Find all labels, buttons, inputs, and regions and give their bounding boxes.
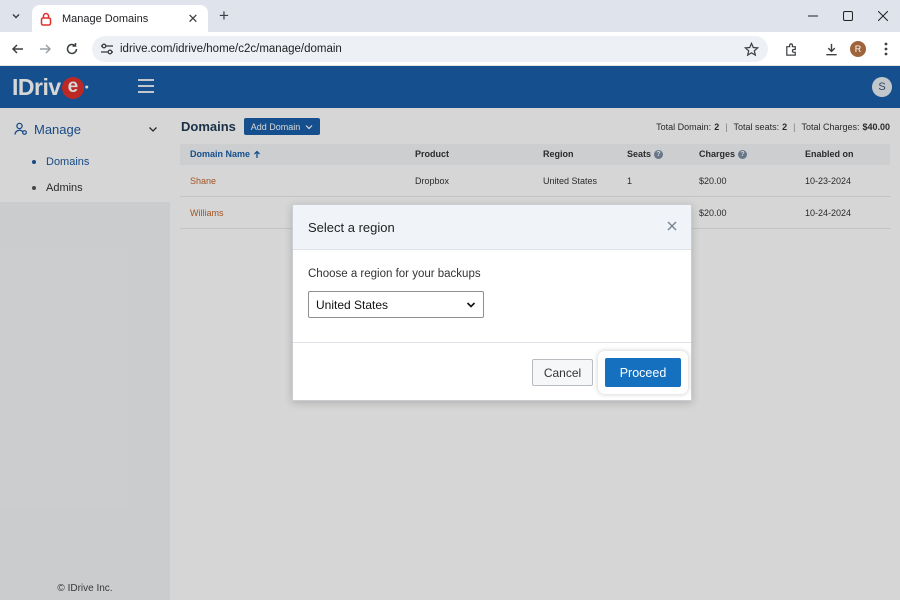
chevron-down-icon (466, 300, 476, 310)
maximize-button[interactable] (830, 0, 865, 32)
bookmark-star-icon[interactable] (744, 41, 760, 57)
site-info-icon[interactable] (100, 42, 114, 56)
browser-toolbar: idrive.com/idrive/home/c2c/manage/domain… (0, 32, 900, 66)
close-icon (877, 11, 888, 21)
downloads-button[interactable] (822, 40, 840, 58)
new-tab-button[interactable]: + (214, 6, 234, 26)
reload-icon (66, 43, 78, 55)
region-prompt-label: Choose a region for your backups (308, 268, 481, 280)
browser-titlebar: Manage Domains ✕ + (0, 0, 900, 32)
close-tab-icon[interactable]: ✕ (186, 11, 200, 26)
tab-title: Manage Domains (62, 12, 149, 25)
profile-button[interactable]: R (849, 40, 867, 58)
dialog-header: Select a region (293, 205, 691, 250)
arrow-right-icon (40, 44, 52, 54)
arrow-left-icon (11, 44, 23, 54)
extensions-button[interactable] (782, 40, 800, 58)
tab-search-button[interactable] (6, 6, 26, 26)
forward-button[interactable] (35, 39, 55, 59)
url-text: idrive.com/idrive/home/c2c/manage/domain (120, 43, 342, 55)
browser-menu-button[interactable] (877, 40, 895, 58)
close-window-button[interactable] (865, 0, 900, 32)
address-bar[interactable]: idrive.com/idrive/home/c2c/manage/domain (92, 36, 768, 62)
download-icon (825, 43, 837, 55)
dialog-title: Select a region (308, 220, 395, 235)
cancel-button[interactable]: Cancel (532, 359, 593, 386)
more-vertical-icon (884, 42, 888, 56)
browser-tab-active[interactable]: Manage Domains ✕ (32, 5, 208, 32)
close-dialog-button[interactable] (665, 219, 679, 233)
close-icon (667, 221, 677, 231)
region-select[interactable]: United States (308, 291, 484, 318)
profile-avatar: R (850, 41, 866, 57)
chevron-down-icon (12, 13, 20, 19)
proceed-button[interactable]: Proceed (605, 358, 681, 387)
select-region-dialog: Select a region Choose a region for your… (292, 204, 692, 401)
dialog-divider (293, 342, 691, 343)
reload-button[interactable] (62, 39, 82, 59)
minimize-icon (807, 15, 818, 17)
idrive-favicon-icon (40, 12, 54, 26)
minimize-button[interactable] (795, 0, 830, 32)
window-controls (795, 0, 900, 32)
maximize-icon (842, 11, 853, 21)
puzzle-icon (785, 42, 796, 56)
proceed-focus-ring: Proceed (601, 354, 685, 391)
back-button[interactable] (8, 39, 28, 59)
region-select-value: United States (316, 297, 389, 312)
